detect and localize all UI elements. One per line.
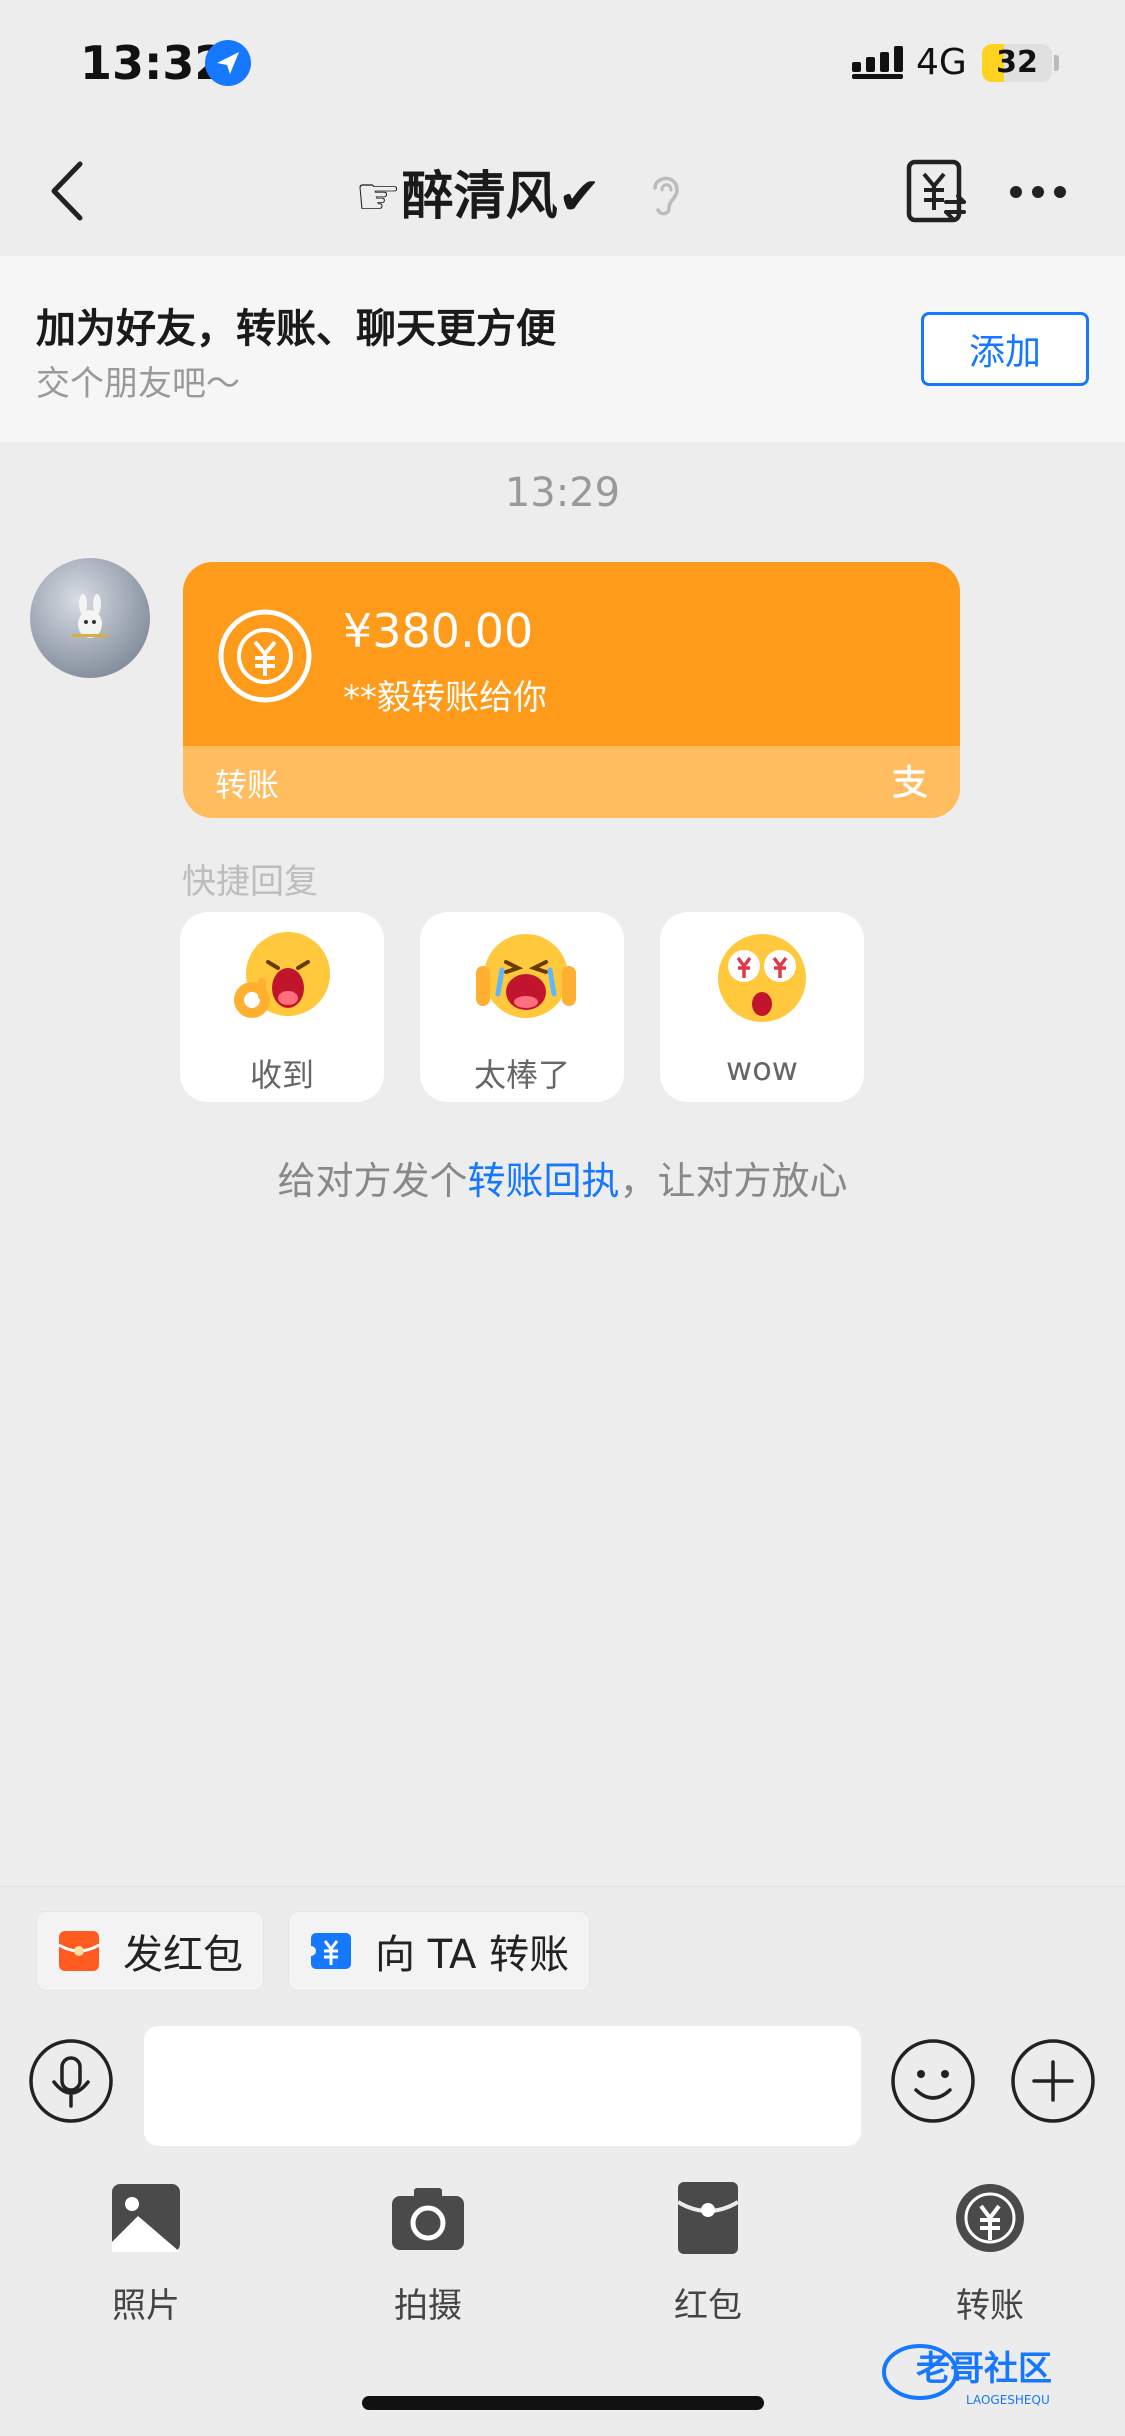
location-arrow-icon [205,40,251,86]
transfer-to-ta-button[interactable]: 向 TA 转账 [288,1911,591,1991]
watermark-logo: 老哥社区 LAOGESHEQU [882,2344,1052,2407]
thumbs-up-emoji-icon [476,934,576,1018]
panel-item-camera[interactable]: 拍摄 [328,2180,528,2340]
banner-subtitle: 交个朋友吧～ [36,364,240,404]
transfer-receipt-tip: 给对方发个转账回执，让对方放心 [0,1150,1125,1205]
transfer-coin-icon [218,609,312,703]
red-packet-icon [676,2182,740,2254]
quick-reply-received[interactable]: 收到 [180,912,384,1102]
panel-item-red-packet[interactable]: 红包 [608,2180,808,2340]
receipt-tip-suffix: ，让对方放心 [619,1159,848,1203]
quick-reply-label: 快捷回复 [182,862,318,902]
receipt-tip-prefix: 给对方发个 [277,1159,468,1203]
panel-label: 红包 [674,2286,742,2326]
battery-icon: 32 [982,44,1052,82]
panel-label: 转账 [956,2286,1024,2326]
alipay-icon [893,764,927,798]
red-packet-chip-icon [58,1931,100,1971]
message-input[interactable] [144,2026,861,2146]
transfer-to-ta-label: 向 TA 转账 [375,1932,570,1978]
transfer-icon [956,2184,1024,2252]
transfer-card-footer: 转账 [183,746,960,818]
signal-icon [852,46,903,79]
photo-icon [112,2184,180,2252]
quick-reply-text: 收到 [249,1056,314,1094]
ear-icon[interactable] [645,168,687,220]
quick-reply-text: 太棒了 [473,1056,570,1094]
svg-text:老哥社区: 老哥社区 [916,2349,1052,2389]
message-timestamp: 13:29 [504,470,621,516]
transfer-doc-icon[interactable] [906,158,968,224]
transfer-message-card[interactable]: ¥380.00 **毅转账给你 转账 [183,562,960,818]
home-indicator [362,2396,764,2410]
avatar[interactable] [30,558,150,678]
add-friend-banner: 加为好友，转账、聊天更方便 交个朋友吧～ 添加 [0,256,1125,442]
back-icon[interactable] [40,156,100,226]
banner-title: 加为好友，转账、聊天更方便 [36,306,556,352]
transfer-receipt-link[interactable]: 转账回执 [467,1159,619,1203]
quick-reply-text: wow [726,1050,798,1088]
transfer-card-body: ¥380.00 **毅转账给你 [183,562,960,746]
nav-bar: ☞醉清风✔ [0,130,1125,256]
quick-reply-wow[interactable]: wow [660,912,864,1102]
send-red-packet-label: 发红包 [123,1932,243,1978]
quick-reply-great[interactable]: 太棒了 [420,912,624,1102]
battery-level: 32 [996,45,1038,80]
panel-item-photo[interactable]: 照片 [46,2180,246,2340]
panel-label: 拍摄 [394,2286,462,2326]
network-label: 4G [916,42,967,83]
avatar-figure-icon [72,594,108,638]
plus-icon[interactable] [1010,2038,1096,2124]
panel-label: 照片 [112,2286,180,2326]
panel-item-transfer[interactable]: 转账 [890,2180,1090,2340]
status-bar: 13:32 4G 32 [0,0,1125,130]
chat-title: ☞醉清风✔ [355,167,602,227]
input-bar [0,2006,1125,2156]
money-eyes-emoji-icon [718,934,806,1022]
transfer-amount: ¥380.00 [343,604,534,658]
transfer-note: **毅转账给你 [343,678,547,718]
emoji-icon[interactable] [890,2038,976,2124]
send-red-packet-button[interactable]: 发红包 [36,1911,264,1991]
shortcut-bar: 发红包 向 TA 转账 [0,1886,1125,2006]
transfer-label: 转账 [215,766,280,804]
microphone-icon[interactable] [28,2038,114,2124]
more-icon[interactable] [1008,180,1068,204]
ok-hand-emoji-icon [234,932,330,1018]
camera-icon [392,2188,464,2250]
add-friend-button[interactable]: 添加 [921,312,1089,386]
transfer-chip-icon [309,1933,351,1969]
battery-nub [1054,55,1059,71]
svg-text:LAOGESHEQU: LAOGESHEQU [966,2393,1050,2407]
